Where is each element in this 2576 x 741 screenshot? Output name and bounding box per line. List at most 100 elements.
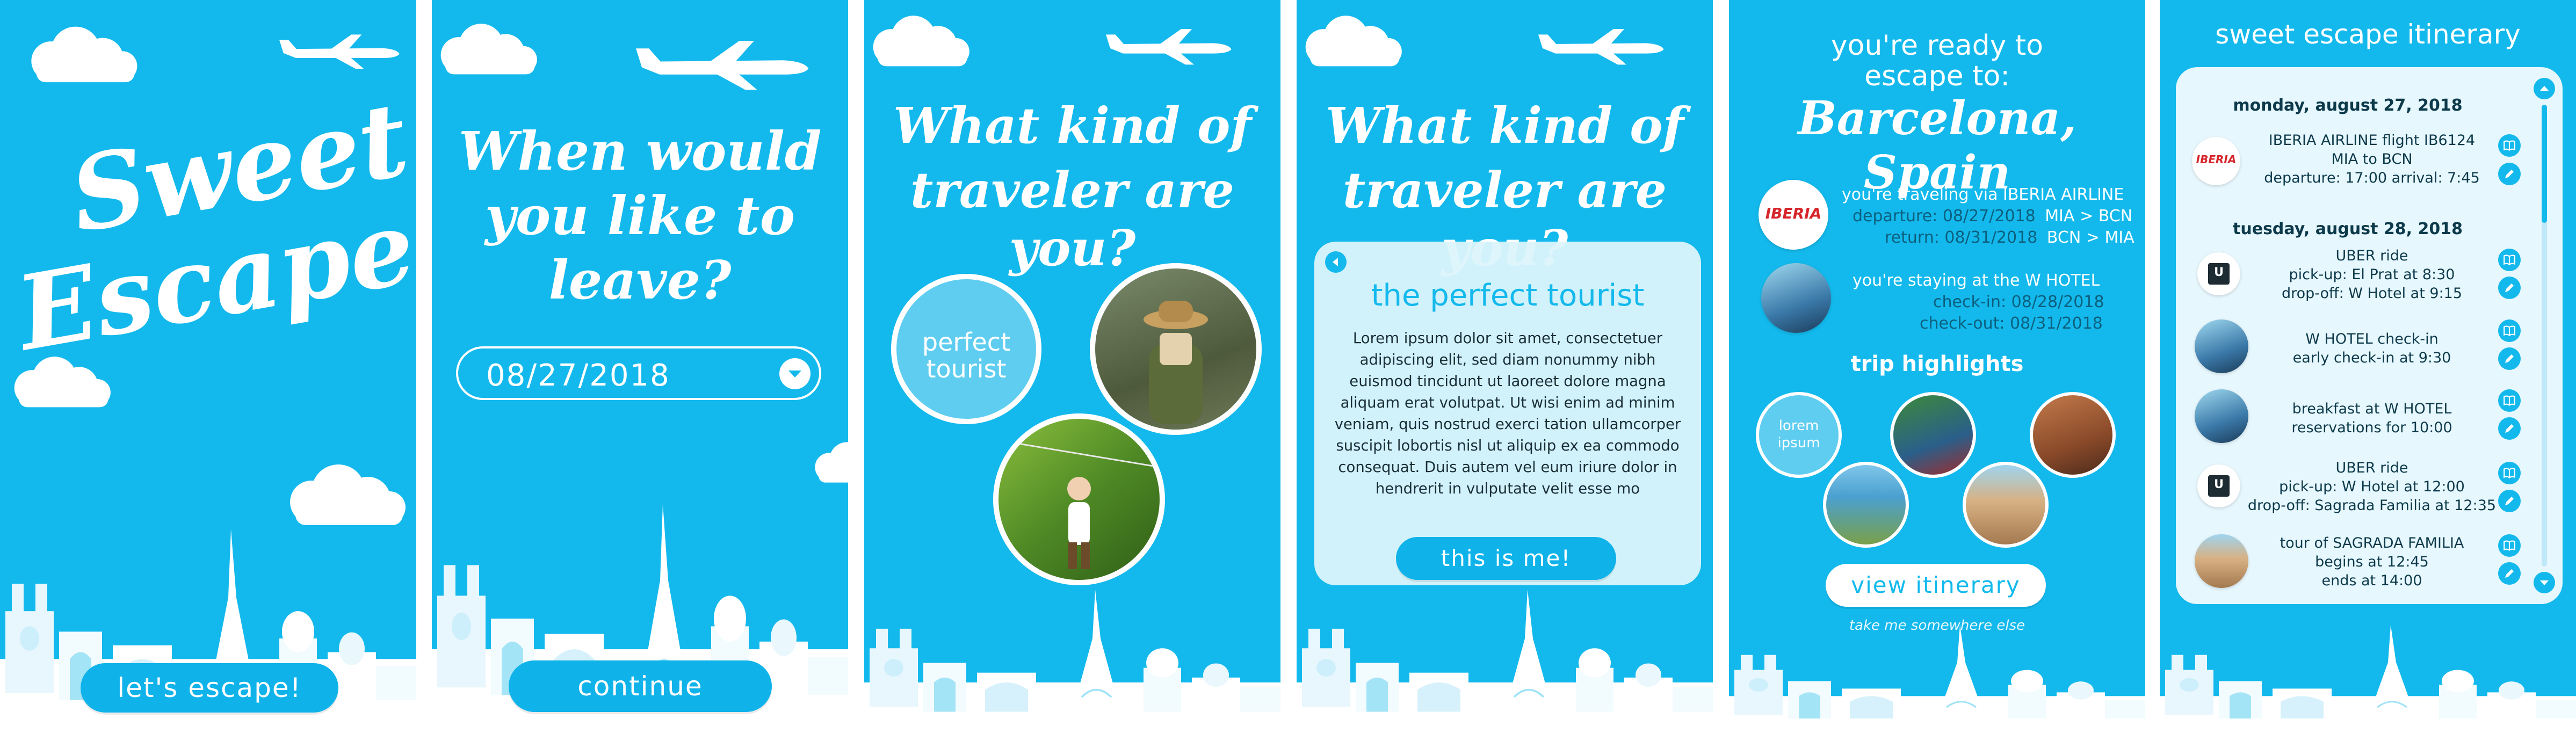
zipline-figure	[998, 439, 1160, 569]
book-icon[interactable]	[2498, 389, 2521, 412]
view-itinerary-button[interactable]: view itinerary	[1826, 564, 2046, 607]
card-description: Lorem ipsum dolor sit amet, consectetuer…	[1334, 330, 1681, 497]
day-header: tuesday, august 28, 2018	[2233, 220, 2463, 238]
intro-line1: you're ready to	[1830, 30, 2044, 62]
item-detail: ends at 14:00	[2321, 572, 2422, 589]
itinerary-title: sweet escape itinerary	[2215, 19, 2521, 50]
date-question-line2: you like to	[484, 185, 795, 247]
pencil-icon[interactable]	[2498, 347, 2521, 370]
traveler-detail-card: the perfect tourist Lorem ipsum dolor si…	[1314, 242, 1701, 585]
departure-label: departure: 08/27/2018	[1853, 207, 2036, 226]
highlight-label-line1: lorem	[1778, 418, 1819, 434]
uber-logo-text: U	[2214, 266, 2224, 279]
departure-route: MIA > BCN	[2045, 207, 2133, 226]
return-info: return: 08/31/2018 BCN > MIA	[1885, 228, 2134, 247]
uber-logo-text: U	[2214, 478, 2224, 491]
hotel-photo	[2195, 389, 2248, 443]
iberia-logo: IBERIA	[2192, 137, 2240, 185]
highlight-bubble-lorem[interactable]: lorem ipsum	[1756, 392, 1842, 478]
pencil-icon[interactable]	[2498, 163, 2521, 185]
option-label-line1: perfect	[922, 328, 1011, 357]
continue-button[interactable]: continue	[509, 660, 772, 712]
cloud-decoration	[1297, 13, 1404, 67]
traveler-option-perfect-tourist[interactable]: perfect tourist	[891, 274, 1041, 424]
pencil-icon[interactable]	[2498, 490, 2521, 512]
departure-info: departure: 08/27/2018 MIA > BCN	[1853, 207, 2132, 226]
checkin-info: check-in: 08/28/2018	[1933, 293, 2104, 311]
date-picker[interactable]: 08/27/2018	[456, 346, 821, 400]
item-detail: pick-up: El Prat at 8:30	[2289, 266, 2455, 283]
highlight-architecture-photo[interactable]	[2030, 392, 2116, 478]
paris-skyline-illustration	[1297, 580, 1713, 741]
iberia-logo-text: IBERIA	[2196, 153, 2237, 166]
pencil-icon[interactable]	[2498, 277, 2521, 299]
date-value: 08/27/2018	[486, 358, 670, 393]
return-label: return: 08/31/2018	[1885, 228, 2038, 247]
checkout-info: check-out: 08/31/2018	[1920, 314, 2103, 333]
airplane-icon	[1106, 27, 1235, 66]
highlight-sagrada-familia-photo[interactable]	[1963, 462, 2049, 548]
item-title: W HOTEL check-in	[2305, 331, 2438, 347]
cloud-decoration	[21, 24, 140, 83]
book-icon[interactable]	[2498, 249, 2521, 271]
date-question-line1: When would	[458, 121, 822, 183]
screen-itinerary: sweet escape itinerary monday, august 27…	[2160, 0, 2576, 741]
pencil-icon[interactable]	[2498, 417, 2521, 440]
item-detail: begins at 12:45	[2315, 554, 2429, 570]
lets-escape-button[interactable]: let's escape!	[81, 663, 338, 713]
traveler-question-line2: traveler are you?	[910, 161, 1235, 277]
chevron-left-icon[interactable]	[1325, 251, 1347, 273]
traveler-question-line1: What kind of	[893, 97, 1252, 155]
cloud-decoration	[864, 13, 972, 67]
chevron-down-icon[interactable]	[779, 358, 811, 389]
scrollbar[interactable]	[2532, 67, 2556, 604]
screen-date-select: When would you like to leave? 08/27/2018…	[432, 0, 848, 741]
book-icon[interactable]	[2498, 534, 2521, 557]
hotel-photo	[1761, 263, 1831, 333]
iberia-logo-text: IBERIA	[1765, 205, 1822, 222]
traveler-option-backpacker-photo[interactable]	[1090, 263, 1262, 435]
traveler-option-adventurer-photo[interactable]	[993, 413, 1165, 585]
uber-logo: U	[2197, 252, 2240, 295]
flight-info-line: you're traveling via IBERIA AIRLINE	[1842, 185, 2124, 204]
option-label-line2: tourist	[926, 354, 1007, 383]
highlight-park-guell-photo[interactable]	[1823, 462, 1909, 548]
item-detail: departure: 17:00 arrival: 7:45	[2264, 170, 2480, 186]
book-icon[interactable]	[2498, 134, 2521, 157]
highlights-title: trip highlights	[1850, 352, 2024, 376]
item-detail: drop-off: W Hotel at 9:15	[2281, 285, 2463, 302]
pencil-icon[interactable]	[2498, 562, 2521, 585]
highlight-soccer-photo[interactable]	[1890, 392, 1976, 478]
scrollbar-thumb[interactable]	[2542, 105, 2547, 223]
screen-traveler-detail: What kind of traveler are you? the perfe…	[1297, 0, 1713, 741]
paris-skyline-illustration	[1729, 618, 2145, 741]
item-title: UBER ride	[2335, 248, 2408, 264]
item-title: tour of SAGRADA FAMILIA	[2280, 535, 2464, 551]
chevron-up-icon[interactable]	[2534, 78, 2555, 99]
chevron-down-icon[interactable]	[2534, 572, 2555, 593]
screen-trip-summary: you're ready to escape to: Barcelona, Sp…	[1729, 0, 2145, 741]
traveler-question-line1: What kind of	[1325, 97, 1684, 155]
item-detail: reservations for 10:00	[2291, 419, 2452, 436]
scrollbar-track[interactable]	[2542, 105, 2547, 566]
item-detail: MIA to BCN	[2331, 151, 2413, 168]
item-title: breakfast at W HOTEL	[2292, 401, 2452, 417]
airplane-icon	[279, 32, 403, 70]
paris-skyline-illustration	[864, 580, 1280, 741]
uber-logo: U	[2197, 464, 2240, 507]
item-detail: pick-up: W Hotel at 12:00	[2279, 478, 2465, 495]
item-title: UBER ride	[2335, 460, 2408, 476]
card-title: the perfect tourist	[1371, 278, 1645, 313]
intro-line2: escape to:	[1864, 60, 2010, 92]
paris-skyline-illustration	[2160, 618, 2576, 741]
book-icon[interactable]	[2498, 319, 2521, 342]
this-is-me-button[interactable]: this is me!	[1396, 537, 1616, 580]
screen-welcome: Sweet Escape let's escape!	[0, 0, 416, 741]
day-header: monday, august 27, 2018	[2233, 96, 2463, 115]
hotel-photo	[2195, 319, 2248, 373]
airplane-icon	[1538, 27, 1667, 66]
highlight-label-line2: ipsum	[1777, 435, 1820, 451]
book-icon[interactable]	[2498, 462, 2521, 484]
screen-traveler-type: What kind of traveler are you? perfect t…	[864, 0, 1280, 741]
return-route: BCN > MIA	[2046, 228, 2134, 247]
